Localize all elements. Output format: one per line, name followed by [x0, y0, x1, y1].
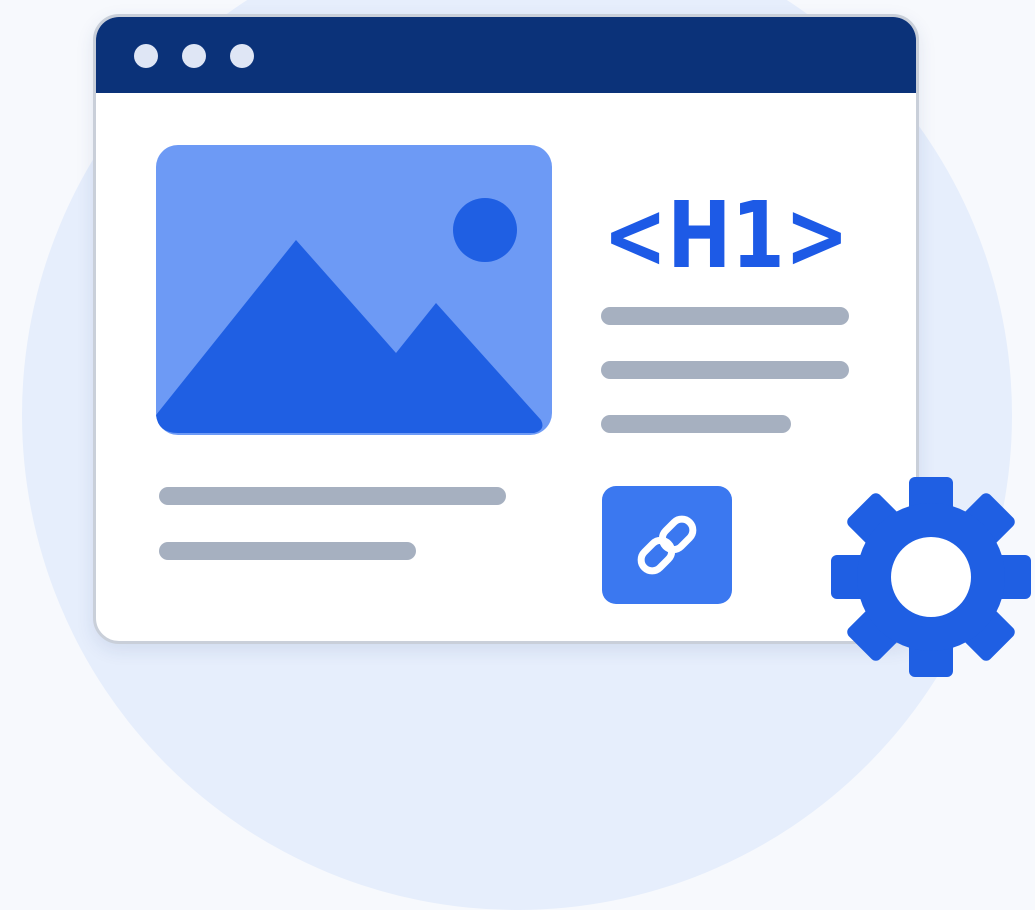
- text-placeholder-line: [601, 361, 849, 379]
- sun-icon: [453, 198, 517, 262]
- text-placeholder-line: [601, 415, 791, 433]
- gear-icon[interactable]: [828, 474, 1034, 680]
- heading-tag-text: <H1>: [603, 185, 849, 285]
- browser-window: <H1>: [93, 14, 919, 644]
- window-control-dot[interactable]: [230, 44, 254, 68]
- window-control-dot[interactable]: [134, 44, 158, 68]
- link-button[interactable]: [602, 486, 732, 604]
- window-titlebar: [96, 17, 916, 93]
- image-placeholder: [156, 145, 552, 435]
- heading-tag-graphic: <H1>: [603, 185, 849, 285]
- text-placeholder-line: [159, 542, 416, 560]
- window-control-dot[interactable]: [182, 44, 206, 68]
- text-placeholder-line: [159, 487, 506, 505]
- text-placeholder-line: [601, 307, 849, 325]
- link-icon: [637, 515, 697, 575]
